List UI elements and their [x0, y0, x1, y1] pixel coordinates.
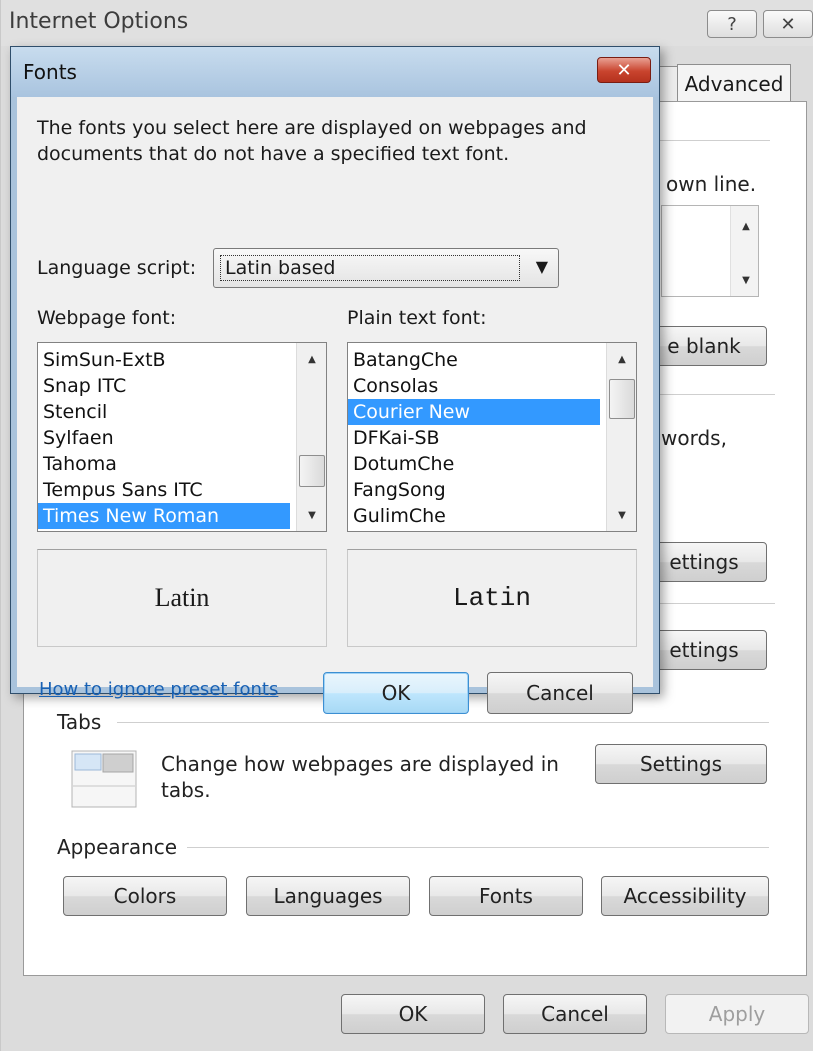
plain-text-font-preview: Latin [347, 549, 637, 647]
scroll-thumb[interactable] [299, 455, 325, 487]
fonts-button[interactable]: Fonts [429, 876, 583, 916]
plain-text-font-label: Plain text font: [347, 307, 487, 329]
homepage-textarea-partial[interactable]: ▲ ▼ [661, 205, 759, 297]
scroll-down-icon[interactable]: ▼ [607, 503, 636, 527]
section-divider [641, 394, 775, 395]
fonts-description-line2: documents that do not have a specified t… [37, 143, 510, 165]
scroll-up-icon[interactable]: ▲ [297, 347, 326, 371]
tabs-settings-button[interactable]: Settings [595, 744, 767, 784]
section-divider [187, 847, 769, 848]
window-title: Internet Options [9, 9, 189, 34]
webpage-font-scrollbar[interactable]: ▲ ▼ [296, 343, 326, 531]
list-item-selected[interactable]: Times New Roman [38, 503, 290, 529]
fonts-cancel-button[interactable]: Cancel [487, 672, 633, 714]
fonts-close-button[interactable]: ✕ [597, 57, 651, 83]
tabs-description-line1: Change how webpages are displayed in [161, 752, 559, 776]
close-icon: ✕ [780, 13, 796, 35]
close-icon: ✕ [616, 59, 632, 81]
scroll-up-icon[interactable]: ▲ [607, 347, 636, 371]
ignore-preset-fonts-link[interactable]: How to ignore preset fonts [39, 679, 278, 700]
list-item[interactable]: Consolas [348, 373, 600, 399]
plain-text-font-scrollbar[interactable]: ▲ ▼ [606, 343, 636, 531]
list-item-selected[interactable]: Courier New [348, 399, 600, 425]
cancel-button[interactable]: Cancel [503, 994, 647, 1034]
list-item[interactable]: BatangChe [348, 347, 600, 373]
fonts-titlebar: Fonts ✕ [11, 47, 659, 97]
history-text-partial: words, [661, 426, 727, 450]
language-script-label: Language script: [37, 257, 197, 279]
ok-button[interactable]: OK [341, 994, 485, 1034]
homepage-text-partial: own line. [666, 172, 757, 196]
window-close-button[interactable]: ✕ [763, 10, 813, 38]
chevron-down-icon: ▼ [535, 257, 548, 276]
tabs-heading: Tabs [57, 710, 102, 734]
scroll-up-icon[interactable]: ▲ [731, 214, 761, 238]
list-item[interactable]: Stencil [38, 399, 290, 425]
accessibility-button[interactable]: Accessibility [601, 876, 769, 916]
scroll-down-icon[interactable]: ▼ [731, 268, 761, 292]
tabs-icon [71, 750, 137, 808]
list-item[interactable]: Sylfaen [38, 425, 290, 451]
section-divider [117, 722, 769, 723]
help-button[interactable]: ? [707, 10, 757, 38]
list-item[interactable]: Tahoma [38, 451, 290, 477]
fonts-dialog-title: Fonts [23, 60, 77, 84]
fonts-dialog-body: The fonts you select here are displayed … [17, 97, 653, 714]
tab-advanced[interactable]: Advanced [677, 64, 791, 102]
window-titlebar: Internet Options ? ✕ [1, 0, 813, 46]
webpage-font-label: Webpage font: [37, 307, 177, 329]
language-script-dropdown[interactable]: Latin based ▼ [213, 248, 559, 288]
webpage-font-preview: Latin [37, 549, 327, 647]
homepage-scrollbar[interactable]: ▲ ▼ [730, 206, 758, 296]
list-item[interactable]: Tempus Sans ITC [38, 477, 290, 503]
list-item[interactable]: DotumChe [348, 451, 600, 477]
list-item[interactable]: DFKai-SB [348, 425, 600, 451]
appearance-heading: Appearance [57, 835, 178, 859]
scroll-thumb[interactable] [609, 379, 635, 419]
colors-button[interactable]: Colors [63, 876, 227, 916]
plain-text-preview-text: Latin [452, 583, 531, 613]
scroll-down-icon[interactable]: ▼ [297, 503, 326, 527]
fonts-dialog: Fonts ✕ The fonts you select here are di… [10, 46, 660, 714]
fonts-description: The fonts you select here are displayed … [37, 115, 637, 167]
languages-button[interactable]: Languages [246, 876, 410, 916]
language-script-value: Latin based [220, 255, 520, 281]
tabs-description-line2: tabs. [161, 778, 211, 802]
apply-button[interactable]: Apply [665, 994, 809, 1034]
section-divider [660, 140, 770, 141]
fonts-description-line1: The fonts you select here are displayed … [37, 117, 587, 139]
webpage-font-list[interactable]: SimSun-ExtB Snap ITC Stencil Sylfaen Tah… [37, 342, 327, 532]
webpage-preview-text: Latin [154, 583, 210, 612]
section-divider [641, 603, 775, 604]
help-icon: ? [727, 13, 737, 35]
list-item[interactable]: Snap ITC [38, 373, 290, 399]
list-item[interactable]: SimSun-ExtB [38, 347, 290, 373]
list-item[interactable]: GulimChe [348, 503, 600, 529]
plain-text-font-list[interactable]: BatangChe Consolas Courier New DFKai-SB … [347, 342, 637, 532]
list-item[interactable]: FangSong [348, 477, 600, 503]
fonts-ok-button[interactable]: OK [323, 672, 469, 714]
